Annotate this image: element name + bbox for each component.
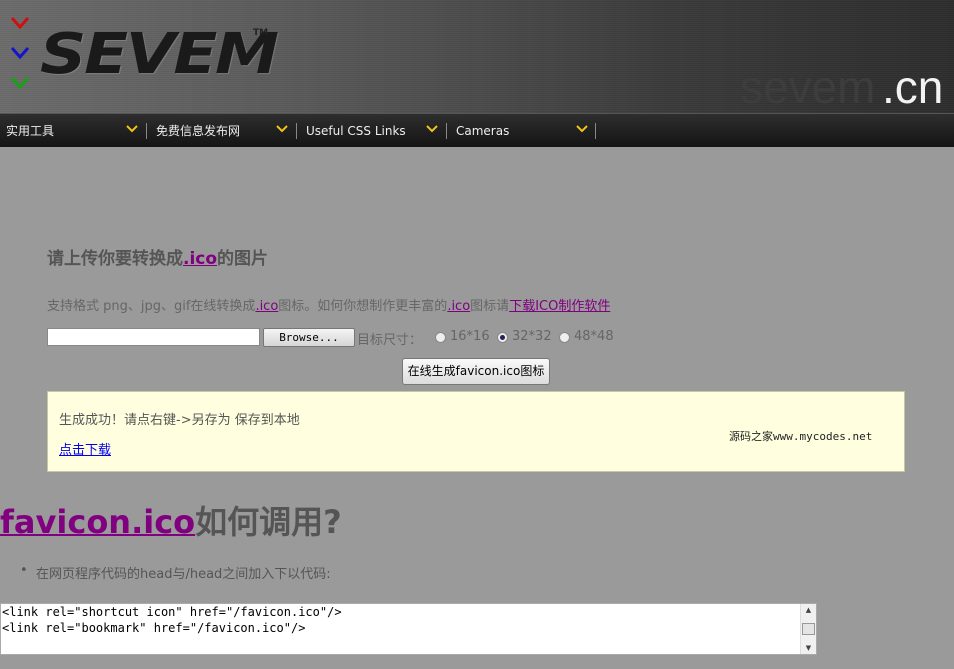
chevron-down-icon: [126, 125, 138, 133]
chevron-down-icon: [576, 125, 588, 133]
code-line: <link rel="bookmark" href="/favicon.ico"…: [2, 621, 306, 635]
title-suffix: 的图片: [217, 249, 269, 269]
radio-label-48: 48*48: [574, 329, 614, 344]
nav-item-tools[interactable]: 实用工具: [6, 114, 138, 147]
bullet-text: 在网页程序代码的head与/head之间加入下以代码:: [36, 567, 331, 582]
file-path-input[interactable]: [47, 328, 260, 346]
nav-divider: [595, 123, 596, 139]
chevron-red-icon: [10, 17, 30, 30]
browse-button[interactable]: Browse...: [263, 328, 355, 347]
scroll-up-icon[interactable]: ▲: [801, 604, 816, 616]
favicon-link[interactable]: favicon: [0, 503, 131, 541]
chevron-down-icon: [276, 125, 288, 133]
desc-text: 图标请: [470, 299, 510, 314]
download-software-link[interactable]: 下载ICO制作软件: [509, 299, 610, 314]
page-title: 请上传你要转换成.ico的图片: [47, 244, 268, 269]
domain-name: sevem: [740, 61, 876, 113]
nav-item-css-links[interactable]: Useful CSS Links: [306, 114, 438, 147]
site-logo[interactable]: SEVEM: [40, 22, 279, 87]
scroll-thumb[interactable]: [802, 623, 815, 635]
success-message: 生成成功！请点右键->另存为 保存到本地: [59, 413, 300, 428]
site-header: SEVEM TM sevem .cn: [0, 0, 954, 113]
nav-divider: [446, 123, 447, 139]
download-link[interactable]: 点击下载: [59, 439, 111, 458]
nav-divider: [296, 123, 297, 139]
radio-label-16: 16*16: [450, 329, 490, 344]
radio-48[interactable]: [559, 332, 570, 343]
vertical-scrollbar[interactable]: ▲ ▼: [800, 604, 816, 654]
domain-tld: .cn: [882, 61, 944, 113]
list-item: 在网页程序代码的head与/head之间加入下以代码:: [20, 563, 331, 582]
trademark-mark: TM: [253, 28, 269, 38]
result-panel: 生成成功！请点右键->另存为 保存到本地 点击下载 源码之家www.mycode…: [47, 391, 905, 472]
ico-link[interactable]: .ico: [183, 249, 217, 269]
howto-heading: favicon.ico如何调用?: [0, 497, 342, 543]
format-description: 支持格式 png、jpg、gif在线转换成.ico图标。如何你想制作更丰富的.i…: [47, 295, 610, 314]
chevron-green-icon: [10, 77, 30, 90]
nav-item-free-info[interactable]: 免费信息发布网: [156, 114, 288, 147]
target-size-label: 目标尺寸：: [357, 333, 423, 348]
ico-link[interactable]: .ico: [255, 299, 278, 314]
code-textarea[interactable]: <link rel="shortcut icon" href="/favicon…: [0, 603, 817, 655]
nav-item-label: 实用工具: [6, 124, 55, 138]
nav-item-label: 免费信息发布网: [156, 124, 241, 138]
radio-16[interactable]: [435, 332, 446, 343]
ico-link[interactable]: .ico: [131, 503, 195, 541]
code-line: <link rel="shortcut icon" href="/favicon…: [2, 605, 342, 619]
chevron-blue-icon: [10, 47, 30, 60]
desc-text: 支持格式 png、jpg、gif在线转换成: [47, 299, 256, 314]
nav-item-label: Cameras: [456, 123, 510, 138]
watermark-text: 源码之家www.mycodes.net: [729, 430, 873, 443]
chevron-down-icon: [426, 125, 438, 133]
radio-label-32: 32*32: [512, 329, 552, 344]
nav-item-label: Useful CSS Links: [306, 123, 406, 138]
nav-divider: [146, 123, 147, 139]
desc-text: 图标。如何你想制作更丰富的: [278, 299, 448, 314]
generate-favicon-button[interactable]: 在线生成favicon.ico图标: [402, 358, 550, 385]
radio-32[interactable]: [497, 332, 508, 343]
nav-item-cameras[interactable]: Cameras: [456, 114, 588, 147]
scroll-down-icon[interactable]: ▼: [801, 642, 816, 654]
main-nav: 实用工具 免费信息发布网 Useful CSS Links Cameras: [0, 113, 954, 147]
title-prefix: 请上传你要转换成: [47, 249, 183, 269]
ico-link[interactable]: .ico: [447, 299, 470, 314]
heading-suffix: 如何调用?: [195, 503, 342, 541]
